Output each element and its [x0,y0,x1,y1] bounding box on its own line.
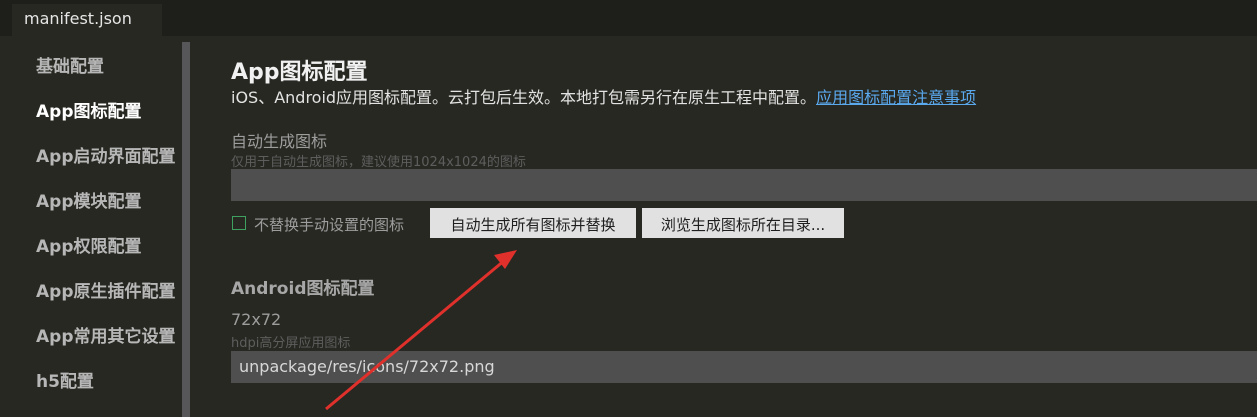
arrow-shaft [325,258,506,411]
annotation-arrow-icon [325,250,517,411]
